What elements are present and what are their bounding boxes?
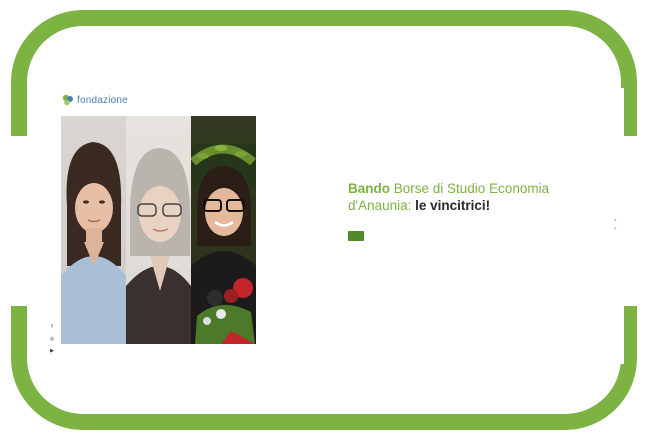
hero-photos [61,116,257,344]
logo-icon [62,94,74,106]
slider-arrow-down-icon[interactable]: ▾ [614,227,618,232]
social-links: f ◎ ▶ [46,324,58,354]
cta-button[interactable] [348,231,364,241]
hero-title: Bando Borse di Studio Economia d'Anaunia… [348,180,568,214]
logo-text: fondazione [77,94,128,106]
portrait-photo-1 [61,116,126,344]
logo[interactable]: fondazione [62,94,128,106]
portrait-photo-3 [191,116,256,344]
hero-title-bold: Bando [348,181,390,196]
website-screenshot: fondazione f ◎ ▶ ▴ ▾ Bando Borse di Stud… [46,88,624,364]
slider-dots: ▴ ▾ [614,218,618,232]
instagram-icon[interactable]: ◎ [50,336,54,342]
hero-text: Bando Borse di Studio Economia d'Anaunia… [348,180,568,241]
hero-title-highlight: le vincitrici! [415,198,491,213]
portrait-photo-2 [126,116,191,344]
facebook-icon[interactable]: f [51,324,52,330]
youtube-icon[interactable]: ▶ [50,348,54,354]
slider-arrow-up-icon[interactable]: ▴ [614,218,618,223]
